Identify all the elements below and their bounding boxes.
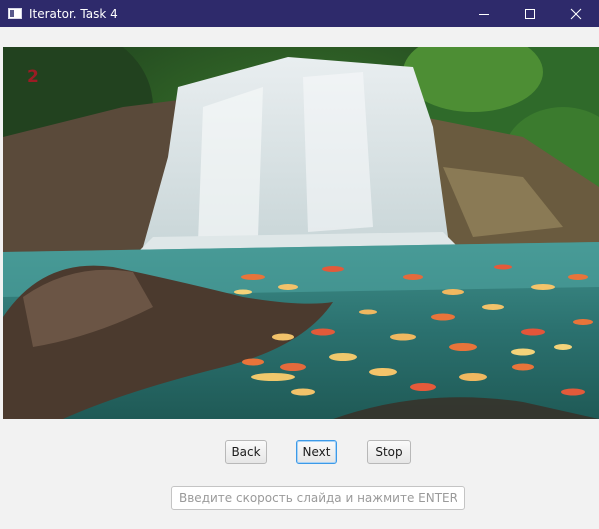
title-bar[interactable]: Iterator. Task 4: [0, 0, 599, 27]
slide-number: 2: [27, 67, 39, 87]
slide-speed-input[interactable]: [171, 486, 465, 510]
stop-button[interactable]: Stop: [367, 440, 411, 464]
close-button[interactable]: [553, 0, 599, 27]
maximize-icon: [525, 8, 535, 19]
back-button[interactable]: Back: [225, 440, 267, 464]
close-icon: [570, 8, 582, 19]
waterfall-koi-photo: [3, 47, 599, 419]
minimize-icon: [479, 13, 489, 15]
window-title: Iterator. Task 4: [29, 6, 118, 21]
slide-image: 2: [3, 47, 599, 419]
app-icon: [8, 8, 22, 19]
maximize-button[interactable]: [507, 0, 553, 27]
window-controls: [461, 0, 599, 27]
minimize-button[interactable]: [461, 0, 507, 27]
next-button[interactable]: Next: [296, 440, 337, 464]
